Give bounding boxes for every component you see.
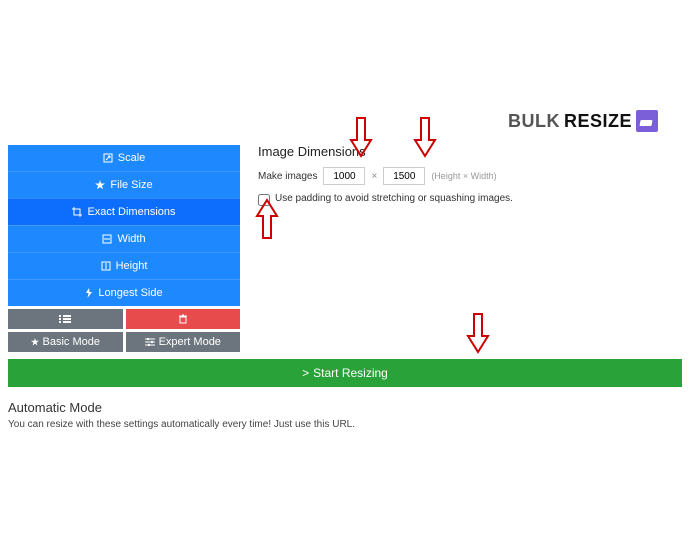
sliders-icon bbox=[145, 338, 155, 346]
logo-text-re: RE bbox=[564, 111, 590, 132]
padding-checkbox[interactable] bbox=[258, 194, 270, 206]
resize-mode-menu: Scale File Size Exact Dimensions Width H bbox=[8, 145, 240, 306]
expert-mode-label: Expert Mode bbox=[159, 336, 221, 348]
sidebar-item-label: Height bbox=[116, 260, 148, 272]
start-resizing-button[interactable]: > Start Resizing bbox=[8, 359, 682, 387]
multiply-label: × bbox=[371, 171, 377, 182]
delete-button[interactable] bbox=[126, 309, 241, 329]
dimensions-panel: Image Dimensions Make images × (Height ×… bbox=[258, 144, 680, 206]
width-icon bbox=[102, 234, 112, 244]
dimensions-row: Make images × (Height × Width) bbox=[258, 167, 680, 185]
arrow-annotation-icon bbox=[466, 312, 490, 354]
list-button[interactable] bbox=[8, 309, 123, 329]
automatic-mode-text: You can resize with these settings autom… bbox=[8, 419, 355, 430]
star-icon bbox=[95, 180, 105, 190]
padding-row: Use padding to avoid stretching or squas… bbox=[258, 193, 680, 206]
sidebar-item-label: File Size bbox=[110, 179, 152, 191]
resize-icon bbox=[103, 153, 113, 163]
toolbar-row-1 bbox=[8, 309, 240, 329]
sidebar-item-label: Scale bbox=[118, 152, 146, 164]
sidebar-item-label: Width bbox=[117, 233, 145, 245]
basic-mode-label: Basic Mode bbox=[43, 336, 100, 348]
sidebar: Scale File Size Exact Dimensions Width H bbox=[8, 145, 240, 352]
padding-label: Use padding to avoid stretching or squas… bbox=[275, 193, 513, 204]
trash-icon bbox=[178, 314, 188, 324]
basic-mode-button[interactable]: Basic Mode bbox=[8, 332, 123, 352]
brand-logo: BULK RESIZE bbox=[508, 110, 658, 132]
width-input[interactable] bbox=[383, 167, 425, 185]
logo-badge-icon bbox=[636, 110, 658, 132]
crop-icon bbox=[72, 207, 82, 217]
sidebar-item-label: Exact Dimensions bbox=[87, 206, 175, 218]
sidebar-item-width[interactable]: Width bbox=[8, 225, 240, 252]
dimensions-hint: (Height × Width) bbox=[431, 171, 496, 181]
bolt-icon bbox=[85, 288, 93, 298]
toolbar-row-2: Basic Mode Expert Mode bbox=[8, 332, 240, 352]
height-icon bbox=[101, 261, 111, 271]
height-input[interactable] bbox=[323, 167, 365, 185]
automatic-mode-title: Automatic Mode bbox=[8, 400, 355, 415]
dimensions-title: Image Dimensions bbox=[258, 144, 680, 159]
list-icon bbox=[59, 315, 71, 323]
sidebar-item-label: Longest Side bbox=[98, 287, 162, 299]
logo-text-bulk: BULK bbox=[508, 111, 560, 132]
logo-text-size: SIZE bbox=[590, 111, 632, 132]
sidebar-item-scale[interactable]: Scale bbox=[8, 145, 240, 171]
make-images-label: Make images bbox=[258, 171, 317, 182]
sidebar-item-height[interactable]: Height bbox=[8, 252, 240, 279]
automatic-mode-section: Automatic Mode You can resize with these… bbox=[8, 400, 355, 430]
chevron-right-icon: > bbox=[302, 366, 309, 380]
sidebar-item-filesize[interactable]: File Size bbox=[8, 171, 240, 198]
star-icon bbox=[31, 338, 39, 346]
sidebar-item-exact-dimensions[interactable]: Exact Dimensions bbox=[8, 198, 240, 225]
start-resizing-label: Start Resizing bbox=[313, 366, 388, 380]
expert-mode-button[interactable]: Expert Mode bbox=[126, 332, 241, 352]
sidebar-item-longest-side[interactable]: Longest Side bbox=[8, 279, 240, 306]
